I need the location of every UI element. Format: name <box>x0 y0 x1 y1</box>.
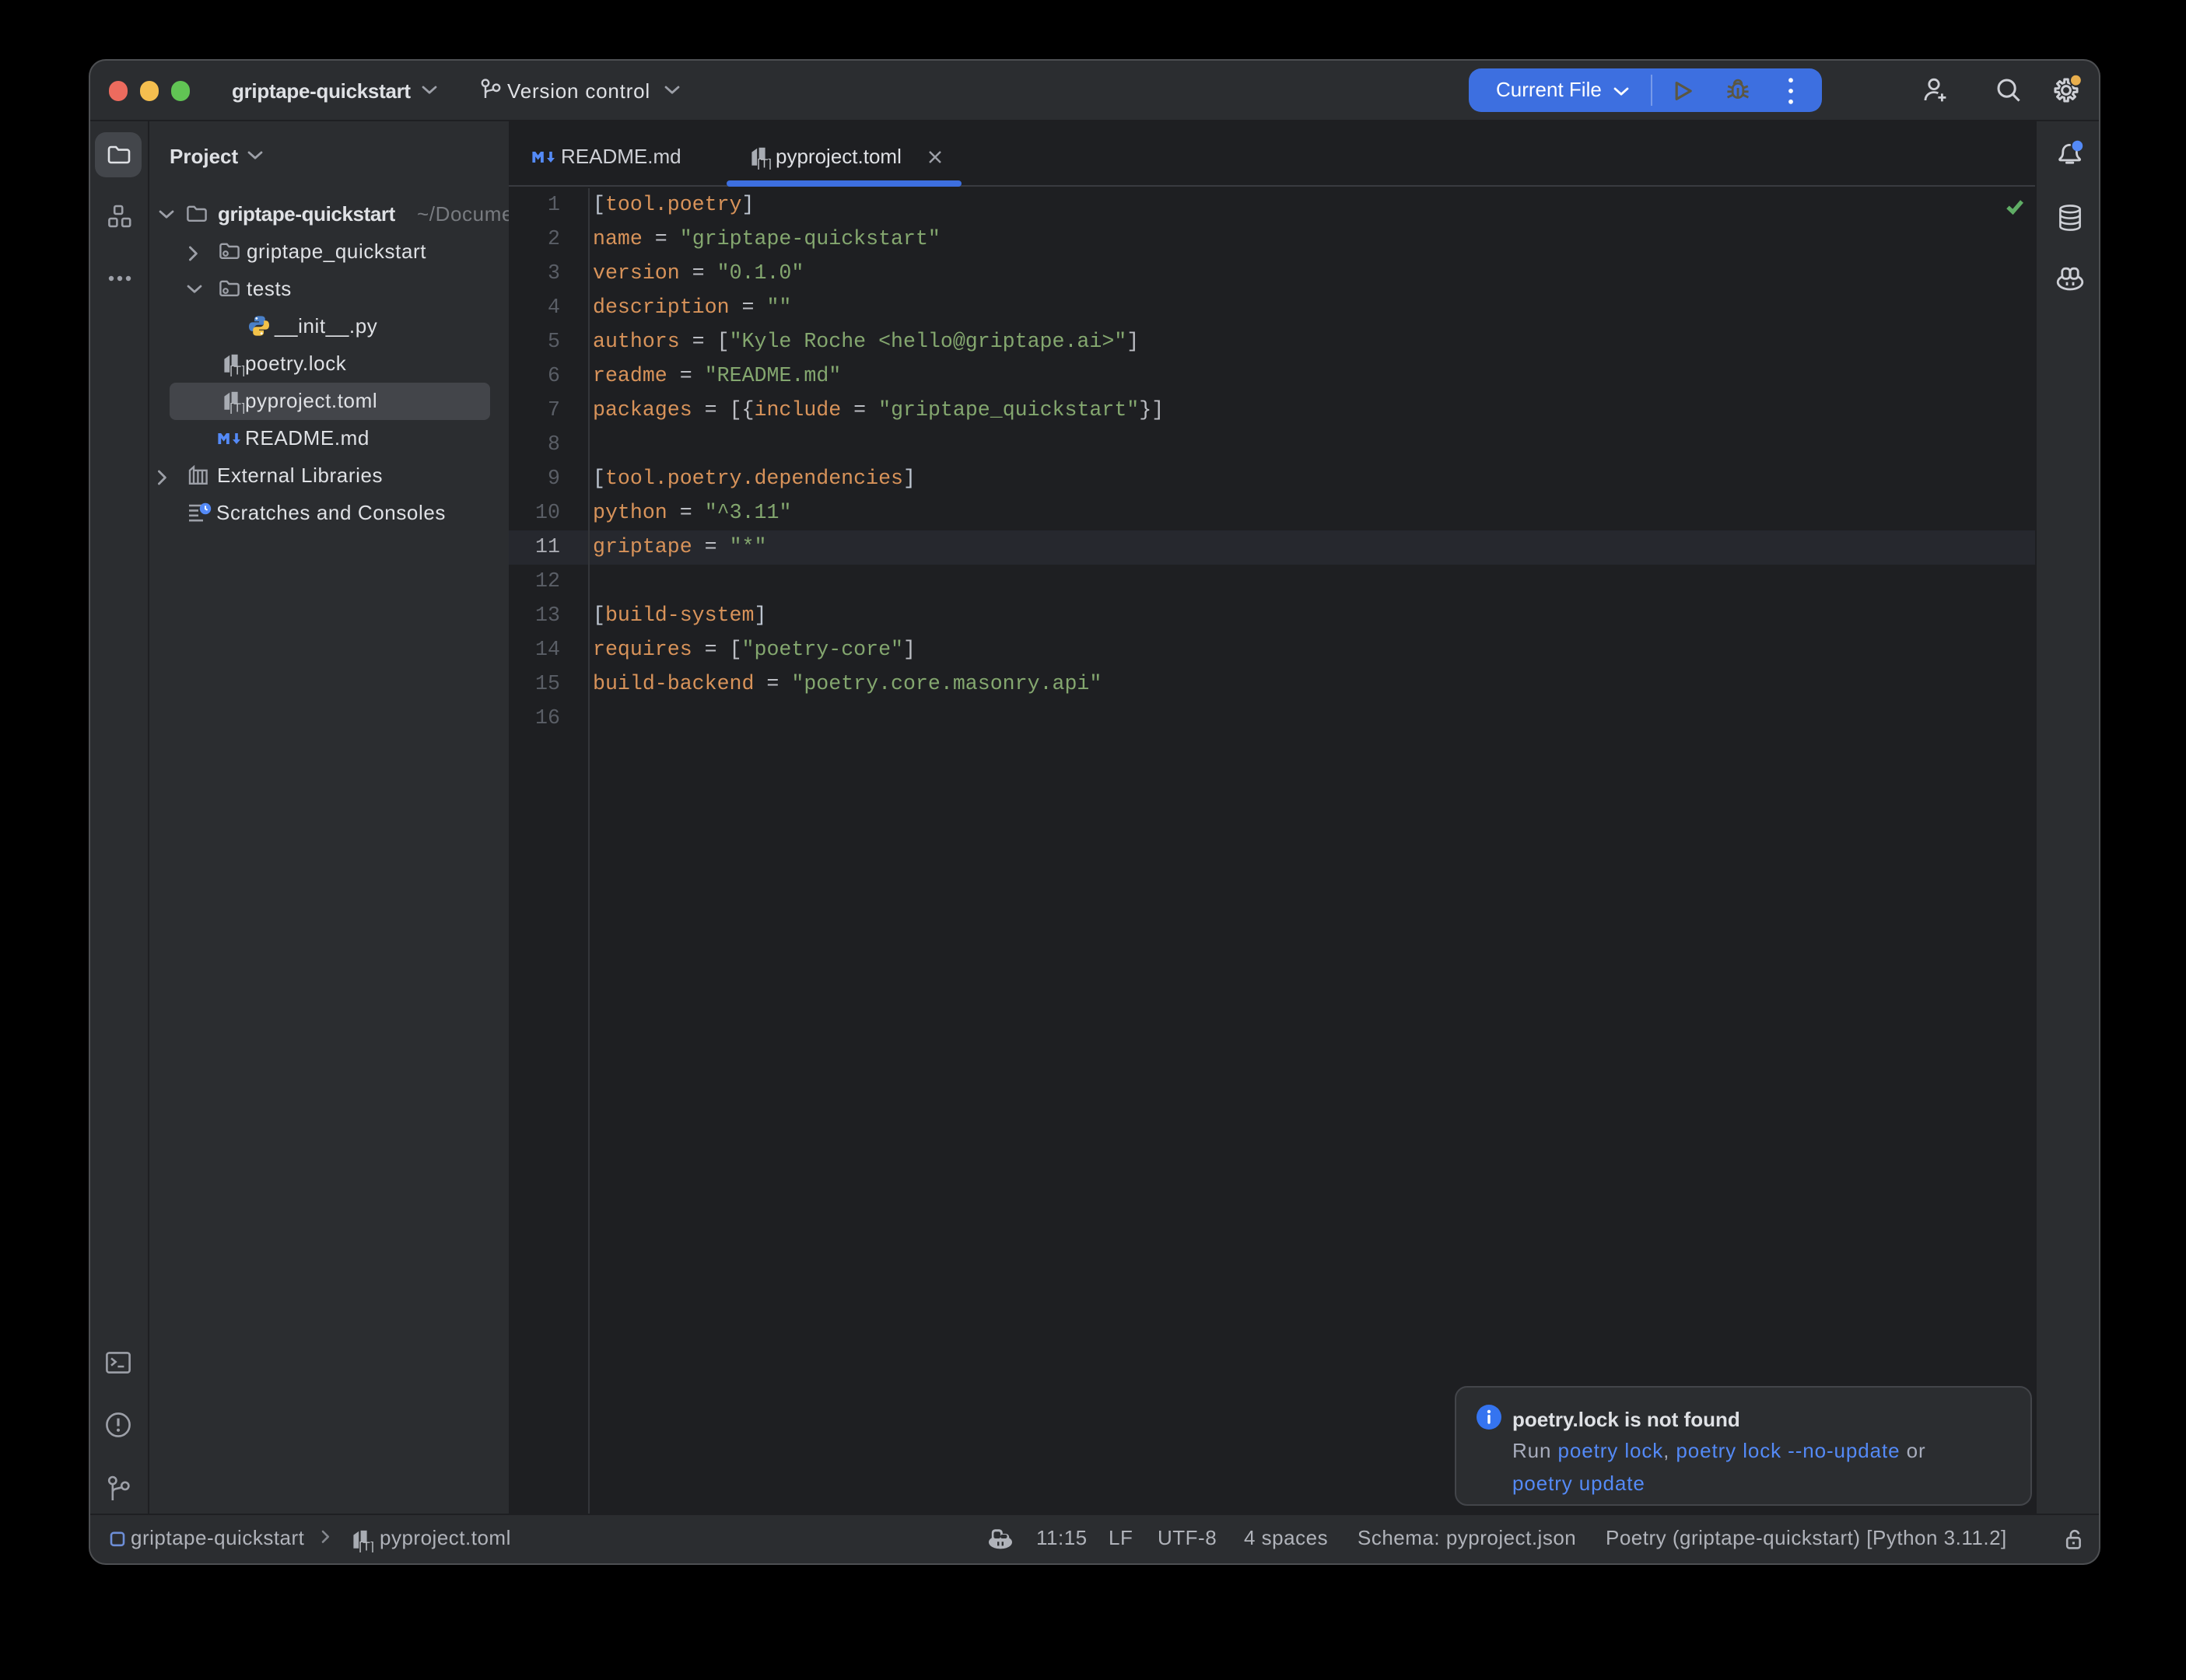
svg-text:[T]: [T] <box>229 401 243 413</box>
svg-text:[T]: [T] <box>229 364 243 376</box>
svg-text:[T]: [T] <box>757 157 772 169</box>
svg-text:[T]: [T] <box>359 1540 373 1552</box>
